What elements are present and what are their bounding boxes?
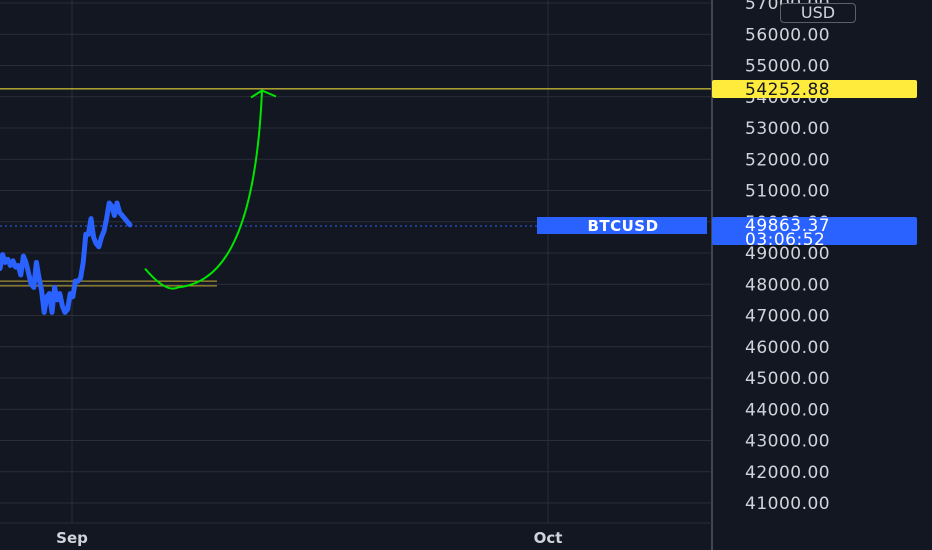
bar-countdown: 03:06:52 xyxy=(745,230,825,250)
time-tick-label: Sep xyxy=(56,529,88,547)
time-tick-label: Oct xyxy=(534,529,563,547)
target-price-badge: 54252.88 xyxy=(712,80,917,100)
price-tick-label: 41000.00 xyxy=(745,494,830,514)
symbol-label: BTCUSD xyxy=(537,217,707,235)
target-price-value: 54252.88 xyxy=(745,80,830,100)
price-tick-label: 51000.00 xyxy=(745,182,830,202)
currency-selector[interactable]: USD xyxy=(780,3,856,23)
price-tick-label: 55000.00 xyxy=(745,57,830,77)
price-tick-label: 52000.00 xyxy=(745,150,830,170)
price-tick-label: 42000.00 xyxy=(745,463,830,483)
price-tick-label: 47000.00 xyxy=(745,307,830,327)
price-tick-label: 43000.00 xyxy=(745,432,830,452)
price-chart[interactable]: 57000.0056000.0055000.0054000.0053000.00… xyxy=(0,0,932,550)
price-tick-label: 44000.00 xyxy=(745,400,830,420)
price-tick-label: 46000.00 xyxy=(745,338,830,358)
price-tick-label: 53000.00 xyxy=(745,119,830,139)
price-tick-label: 45000.00 xyxy=(745,369,830,389)
price-tick-label: 48000.00 xyxy=(745,275,830,295)
symbol-label-text: BTCUSD xyxy=(587,217,658,235)
price-tick-label: 56000.00 xyxy=(745,25,830,45)
current-price-badge: 49863.37 03:06:52 xyxy=(712,216,917,250)
